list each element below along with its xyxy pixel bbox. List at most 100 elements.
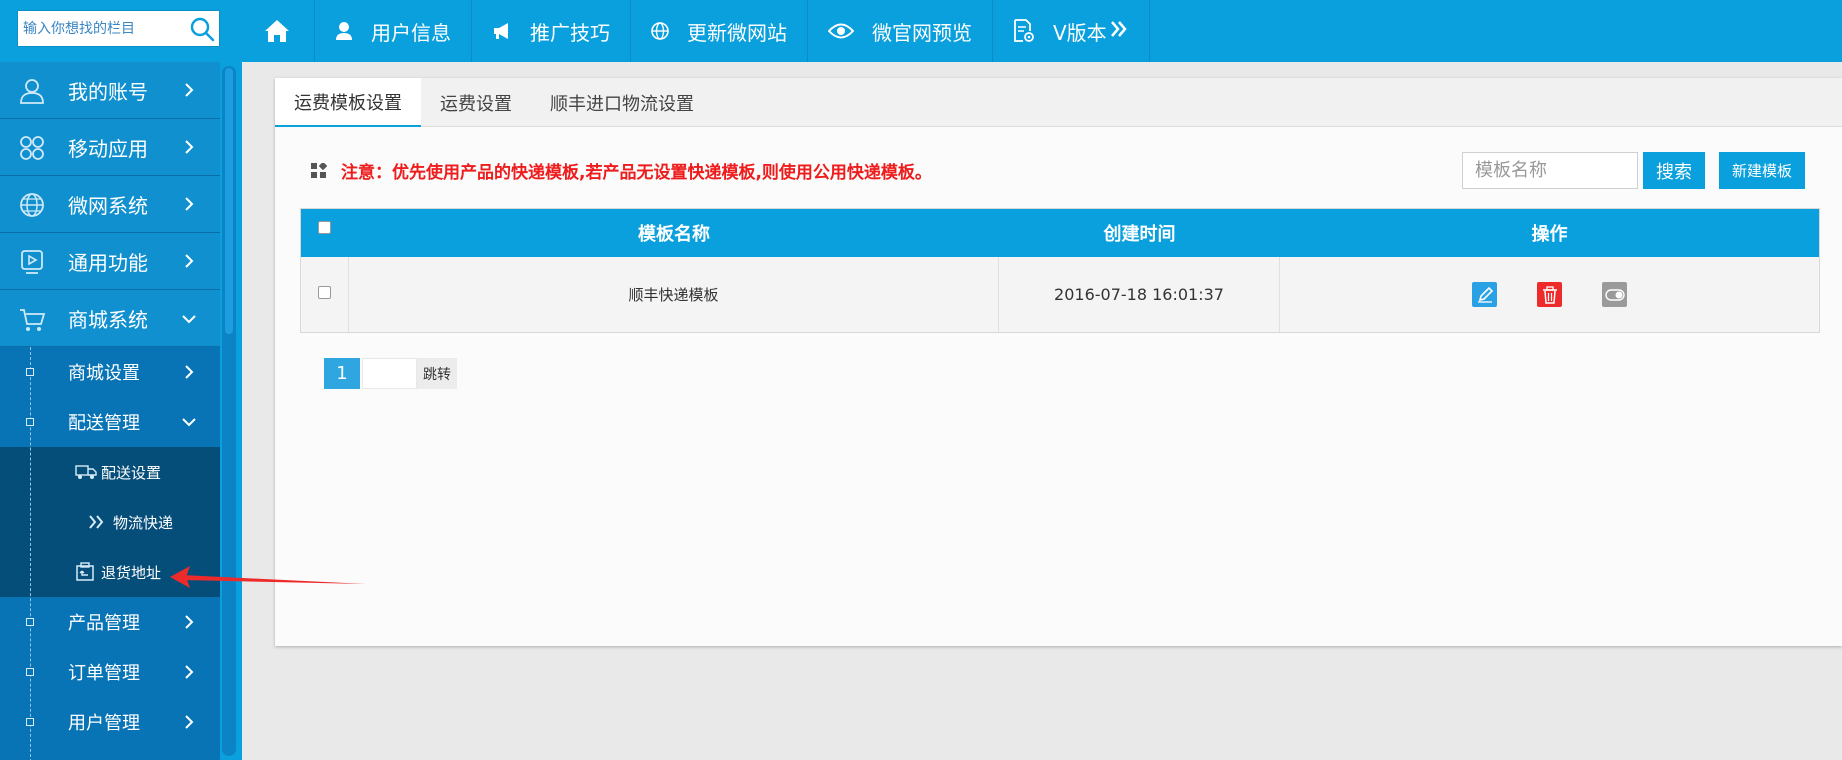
chevron-right-icon xyxy=(185,665,194,679)
sidebar-item-label: 微网系统 xyxy=(68,193,148,218)
row-checkbox[interactable] xyxy=(318,286,331,299)
sidebar-item-label: 物流快递 xyxy=(113,513,174,532)
globe-icon xyxy=(651,22,669,40)
sidebar-item-my-account[interactable]: 我的账号 xyxy=(0,62,220,119)
edit-button[interactable] xyxy=(1472,282,1497,307)
new-template-button[interactable]: 新建模板 xyxy=(1719,152,1805,189)
sidebar-item-micro-site[interactable]: 微网系统 xyxy=(0,176,220,233)
tree-node xyxy=(26,718,34,726)
truck-icon xyxy=(75,465,97,479)
sidebar: 我的账号 移动应用 微网系统 通用功能 商城系统 商城设置 配送管理 配送设置 … xyxy=(0,62,220,760)
sidebar-item-user-management[interactable]: 用户管理 xyxy=(0,697,220,747)
menu-search-box xyxy=(17,10,220,47)
menu-search-input[interactable] xyxy=(18,11,178,46)
user-icon xyxy=(336,22,352,40)
sidebar-item-label: 通用功能 xyxy=(68,250,148,275)
nav-user-info[interactable]: 用户信息 xyxy=(315,0,472,62)
top-nav: 用户信息 推广技巧 更新微网站 微官网预览 V版本 xyxy=(240,0,1150,62)
sidebar-item-mobile-apps[interactable]: 移动应用 xyxy=(0,119,220,176)
sidebar-item-label: 订单管理 xyxy=(68,663,140,684)
sidebar-item-product-management[interactable]: 产品管理 xyxy=(0,597,220,647)
delete-button[interactable] xyxy=(1537,282,1562,307)
document-gear-icon xyxy=(1014,19,1034,42)
chevron-right-icon xyxy=(185,615,194,629)
apps-icon xyxy=(20,136,44,160)
page-jump-button[interactable]: 跳转 xyxy=(417,358,457,389)
tree-node xyxy=(26,368,34,376)
chevron-right-icon xyxy=(185,715,194,729)
header-created-time: 创建时间 xyxy=(1103,224,1176,245)
select-all-checkbox[interactable] xyxy=(318,221,331,234)
sidebar-item-logistics-express[interactable]: 物流快递 xyxy=(0,497,220,547)
nav-home[interactable] xyxy=(240,0,315,62)
megaphone-icon xyxy=(494,23,508,39)
row-check-cell xyxy=(301,257,349,332)
trash-icon xyxy=(1542,285,1557,304)
tree-node xyxy=(26,418,34,426)
sidebar-item-label: 商城系统 xyxy=(68,307,148,332)
nav-version[interactable]: V版本 xyxy=(993,0,1150,62)
double-chevron-icon xyxy=(89,515,104,529)
nav-label: 更新微网站 xyxy=(687,20,787,45)
cell-created-time: 2016-07-18 16:01:37 xyxy=(999,257,1280,332)
nav-promotion[interactable]: 推广技巧 xyxy=(472,0,631,62)
page-current[interactable]: 1 xyxy=(324,358,360,389)
search-button[interactable]: 搜索 xyxy=(1643,152,1705,189)
sidebar-item-order-management[interactable]: 订单管理 xyxy=(0,647,220,697)
chevron-down-icon xyxy=(182,315,196,324)
double-chevron-icon xyxy=(1110,21,1127,37)
tab-sf-import-logistics[interactable]: 顺丰进口物流设置 xyxy=(531,78,713,127)
nav-label: 推广技巧 xyxy=(530,20,610,45)
cell-template-name: 顺丰快递模板 xyxy=(349,257,999,332)
table-row: 顺丰快递模板 2016-07-18 16:01:37 xyxy=(301,257,1819,332)
notice-text: 注意：优先使用产品的快递模板,若产品无设置快递模板,则使用公用快递模板。 xyxy=(341,163,932,183)
chevron-right-icon xyxy=(185,140,194,154)
grid-icon xyxy=(311,162,327,178)
table-header: 模板名称 创建时间 操作 xyxy=(301,209,1819,257)
sidebar-item-mall-system[interactable]: 商城系统 xyxy=(0,290,220,347)
sidebar-item-common-functions[interactable]: 通用功能 xyxy=(0,233,220,290)
chevron-down-icon xyxy=(182,418,196,427)
sidebar-filler xyxy=(0,747,220,760)
pagination: 1 跳转 xyxy=(324,358,457,389)
globe-icon xyxy=(20,193,44,217)
template-name-search-input[interactable] xyxy=(1462,152,1638,189)
cart-icon xyxy=(20,309,46,331)
return-box-icon xyxy=(76,562,94,581)
tree-node xyxy=(26,618,34,626)
toggle-button[interactable] xyxy=(1602,282,1627,307)
sidebar-item-delivery-settings[interactable]: 配送设置 xyxy=(0,447,220,497)
chevron-right-icon xyxy=(185,365,194,379)
sidebar-item-delivery-management[interactable]: 配送管理 xyxy=(0,397,220,447)
sidebar-item-label: 移动应用 xyxy=(68,136,148,161)
home-icon xyxy=(265,20,289,42)
sidebar-scrollbar-thumb[interactable] xyxy=(225,68,233,334)
sidebar-item-label: 配送设置 xyxy=(101,463,162,482)
nav-label: 微官网预览 xyxy=(872,20,972,45)
notice: 注意：优先使用产品的快递模板,若产品无设置快递模板,则使用公用快递模板。 xyxy=(311,158,932,183)
sidebar-item-mall-settings[interactable]: 商城设置 xyxy=(0,347,220,397)
nav-update-site[interactable]: 更新微网站 xyxy=(631,0,808,62)
user-icon xyxy=(20,79,44,104)
nav-label: 用户信息 xyxy=(371,20,451,45)
sidebar-item-label: 商城设置 xyxy=(68,363,140,384)
template-table: 模板名称 创建时间 操作 顺丰快递模板 2016-07-18 16:01:37 xyxy=(300,208,1820,333)
sidebar-item-label: 退货地址 xyxy=(101,563,162,582)
eye-icon xyxy=(828,23,854,39)
sidebar-item-label: 用户管理 xyxy=(68,713,140,734)
tab-shipping-template[interactable]: 运费模板设置 xyxy=(275,78,421,127)
pencil-icon xyxy=(1477,286,1493,303)
chevron-right-icon xyxy=(185,197,194,211)
nav-site-preview[interactable]: 微官网预览 xyxy=(808,0,993,62)
header-template-name: 模板名称 xyxy=(638,224,710,245)
chevron-right-icon xyxy=(185,83,194,97)
content-panel: 运费模板设置 运费设置 顺丰进口物流设置 注意：优先使用产品的快递模板,若产品无… xyxy=(275,78,1842,646)
tab-shipping-settings[interactable]: 运费设置 xyxy=(421,78,531,127)
header-check-cell xyxy=(301,209,349,257)
page-jump-input[interactable] xyxy=(362,358,417,389)
header-actions: 操作 xyxy=(1531,224,1568,245)
search-icon[interactable] xyxy=(189,16,215,42)
cell-actions xyxy=(1280,257,1819,332)
annotation-arrow-icon xyxy=(170,566,366,588)
top-bar: 用户信息 推广技巧 更新微网站 微官网预览 xyxy=(0,0,1842,62)
